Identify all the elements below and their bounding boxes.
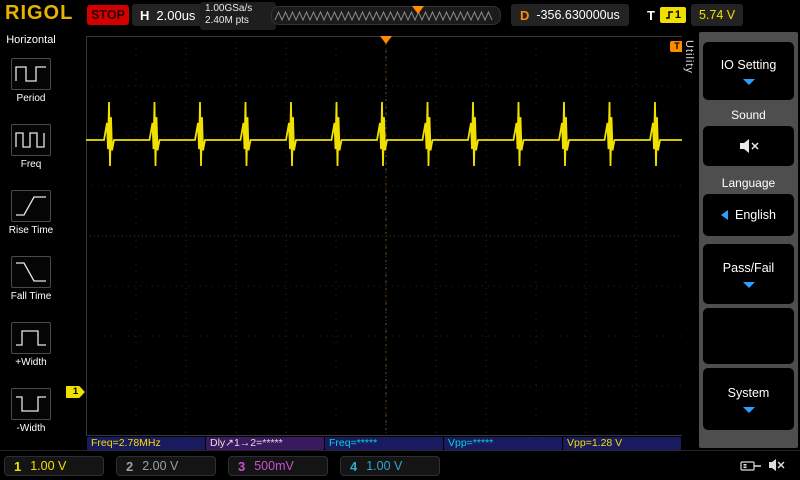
- measure-item-freq[interactable]: Freq: [3, 124, 59, 170]
- period-icon: [11, 58, 51, 90]
- measure-item-pos-width[interactable]: +Width: [3, 322, 59, 368]
- waveform-overview-icon: [274, 10, 493, 22]
- measurement-readout: Vpp=*****: [444, 437, 562, 450]
- memory-depth: 2.40M pts: [205, 15, 249, 26]
- channel-scale: 1.00 V: [30, 459, 67, 473]
- rising-edge-icon: [665, 11, 673, 19]
- channel-scale: 500mV: [254, 459, 294, 473]
- measurement-readout: Dly↗1→2=*****: [206, 437, 324, 450]
- neg-width-icon: [11, 388, 51, 420]
- measurement-readout: Vpp=1.28 V: [563, 437, 681, 450]
- channel-scale: 2.00 V: [142, 459, 179, 473]
- sample-rate: 1.00GSa/s: [205, 3, 253, 14]
- channel-2-status[interactable]: 2 2.00 V: [116, 456, 216, 476]
- channel-4-status[interactable]: 4 1.00 V: [340, 456, 440, 476]
- oscilloscope-screen: RIGOL STOP H 2.00us 1.00GSa/s 2.40M pts …: [0, 0, 800, 480]
- measurement-readout: Freq=*****: [325, 437, 443, 450]
- measure-item-label: Freq: [20, 159, 42, 170]
- channel-status-bar: 1 1.00 V 2 2.00 V 3 500mV 4 1.00 V: [0, 450, 800, 480]
- delay-label: D: [520, 7, 530, 23]
- measure-item-label: Period: [16, 93, 46, 104]
- menu-button-label: System: [727, 385, 770, 400]
- menu-item-sound-label: Sound: [731, 108, 766, 122]
- menu-button-io-setting[interactable]: IO Setting: [703, 42, 794, 100]
- graticule: [86, 36, 686, 436]
- channel-number: 1: [14, 458, 22, 474]
- timebase-value: 2.00us: [156, 7, 196, 23]
- menu-button-system[interactable]: System: [703, 368, 794, 430]
- trigger-source: 1: [674, 9, 682, 21]
- fall-time-icon: [11, 256, 51, 288]
- channel-number: 2: [126, 458, 134, 474]
- chevron-down-icon: [742, 281, 755, 288]
- menu-button-empty: [703, 308, 794, 364]
- run-state-badge: STOP: [87, 5, 129, 25]
- delay-value: -356.630000us: [536, 8, 620, 22]
- soft-menu-column: IO Setting Sound Language English Pass/F…: [699, 32, 798, 448]
- usb-icon: [740, 461, 761, 471]
- ch1-level-marker: 1: [66, 386, 85, 398]
- chevron-down-icon: [742, 78, 755, 85]
- measure-item-label: +Width: [15, 357, 47, 368]
- measurement-readout: Freq=2.78MHz: [87, 437, 205, 450]
- delay-readout: D -356.630000us: [511, 4, 629, 26]
- channel-3-status[interactable]: 3 500mV: [228, 456, 328, 476]
- menu-button-sound[interactable]: [703, 126, 794, 166]
- acquisition-readout: 1.00GSa/s 2.40M pts: [200, 2, 276, 30]
- channel-number: 4: [350, 458, 358, 474]
- measure-item-neg-width[interactable]: -Width: [3, 388, 59, 434]
- measure-item-period[interactable]: Period: [3, 58, 59, 104]
- trigger-readout: T 1 5.74 V: [647, 4, 744, 26]
- menu-tab-utility: Utility: [683, 40, 695, 74]
- language-value: English: [735, 208, 776, 222]
- horizontal-timebase-readout: H 2.00us: [132, 4, 204, 26]
- pos-width-icon: [11, 322, 51, 354]
- measure-item-label: Fall Time: [10, 291, 52, 302]
- trigger-level-value: 5.74 V: [690, 4, 744, 26]
- measure-item-fall-time[interactable]: Fall Time: [3, 256, 59, 302]
- menu-button-label: Pass/Fail: [722, 260, 775, 275]
- measure-item-label: Rise Time: [8, 225, 54, 236]
- measure-item-rise-time[interactable]: Rise Time: [3, 190, 59, 236]
- soft-menu-panel: Utility IO Setting Sound Language Englis…: [682, 30, 800, 450]
- brand-logo: RIGOL: [5, 2, 74, 24]
- trigger-source-chip: 1: [659, 7, 686, 23]
- horizontal-label: H: [140, 7, 150, 23]
- measure-category-title: Horizontal: [6, 34, 56, 46]
- menu-button-label: IO Setting: [720, 57, 777, 72]
- freq-icon: [11, 124, 51, 156]
- horizontal-position-bar: [271, 6, 501, 25]
- trigger-position-overview-icon: [412, 6, 424, 14]
- rise-time-icon: [11, 190, 51, 222]
- measure-item-label: -Width: [16, 423, 46, 434]
- chevron-down-icon: [742, 406, 755, 413]
- speaker-muted-icon: [769, 459, 785, 471]
- trigger-position-marker-icon: [380, 36, 392, 44]
- channel-1-status[interactable]: 1 1.00 V: [4, 456, 104, 476]
- menu-button-pass-fail[interactable]: Pass/Fail: [703, 244, 794, 304]
- channel-scale: 1.00 V: [366, 459, 403, 473]
- channel-number: 3: [238, 458, 246, 474]
- chevron-left-icon: [721, 210, 728, 220]
- speaker-muted-icon: [739, 139, 759, 153]
- trigger-label: T: [647, 7, 655, 23]
- menu-item-language-label: Language: [721, 176, 776, 190]
- menu-button-language[interactable]: English: [703, 194, 794, 236]
